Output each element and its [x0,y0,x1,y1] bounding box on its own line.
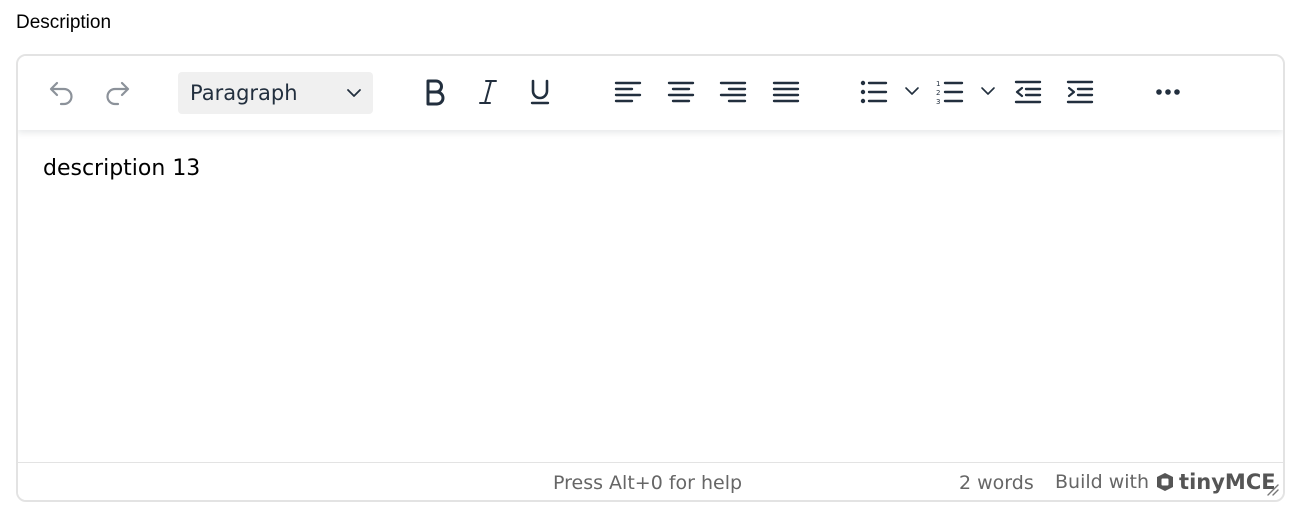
align-right-button[interactable] [713,72,753,112]
numbered-list-icon: 1 2 3 [936,80,964,105]
branding-name: tinyMCE [1179,470,1276,494]
align-center-button[interactable] [661,72,701,112]
undo-button[interactable] [42,72,82,112]
svg-text:3: 3 [936,98,940,105]
outdent-icon [1014,80,1042,104]
italic-icon [479,80,497,104]
indent-button[interactable] [1060,72,1100,112]
align-justify-icon [772,81,800,103]
tinymce-logo-icon [1157,473,1174,491]
indent-icon [1066,80,1094,104]
editor-toolbar: Paragraph 1 2 3 [18,56,1283,130]
block-format-select[interactable]: Paragraph [178,72,373,114]
align-center-icon [667,81,695,103]
editor-content-area[interactable]: description 13 [18,130,1283,462]
underline-button[interactable] [520,72,560,112]
bullet-list-button[interactable] [854,72,894,112]
align-left-icon [614,81,642,103]
editor-statusbar: Press Alt+0 for help 2 words Build with … [18,462,1283,500]
undo-icon [49,81,73,106]
bullet-list-dropdown-chevron-icon[interactable] [903,84,921,100]
align-justify-button[interactable] [766,72,806,112]
block-format-value: Paragraph [190,81,298,105]
more-icon [1156,89,1180,95]
svg-text:1: 1 [936,80,940,88]
underline-icon [530,79,550,105]
svg-text:2: 2 [936,89,940,97]
help-hint: Press Alt+0 for help [553,472,743,494]
align-left-button[interactable] [608,72,648,112]
bold-button[interactable] [415,72,455,112]
numbered-list-button[interactable]: 1 2 3 [930,72,970,112]
redo-button[interactable] [97,72,137,112]
editor-content-text[interactable]: description 13 [43,156,200,181]
numbered-list-dropdown-chevron-icon[interactable] [979,84,997,100]
resize-handle-icon[interactable] [1265,482,1279,496]
description-label: Description [16,12,112,33]
word-count[interactable]: 2 words [959,472,1034,494]
italic-button[interactable] [468,72,508,112]
branding-prefix: Build with [1055,471,1150,493]
chevron-down-icon [347,89,361,97]
outdent-button[interactable] [1008,72,1048,112]
tinymce-branding-link[interactable]: Build with tinyMCE [1055,470,1276,494]
redo-icon [106,81,130,106]
bold-icon [426,79,445,106]
rich-text-editor: Paragraph 1 2 3 description 13 Press Alt… [16,54,1285,502]
bullet-list-icon [860,80,888,104]
align-right-icon [719,81,747,103]
more-button[interactable] [1148,72,1188,112]
